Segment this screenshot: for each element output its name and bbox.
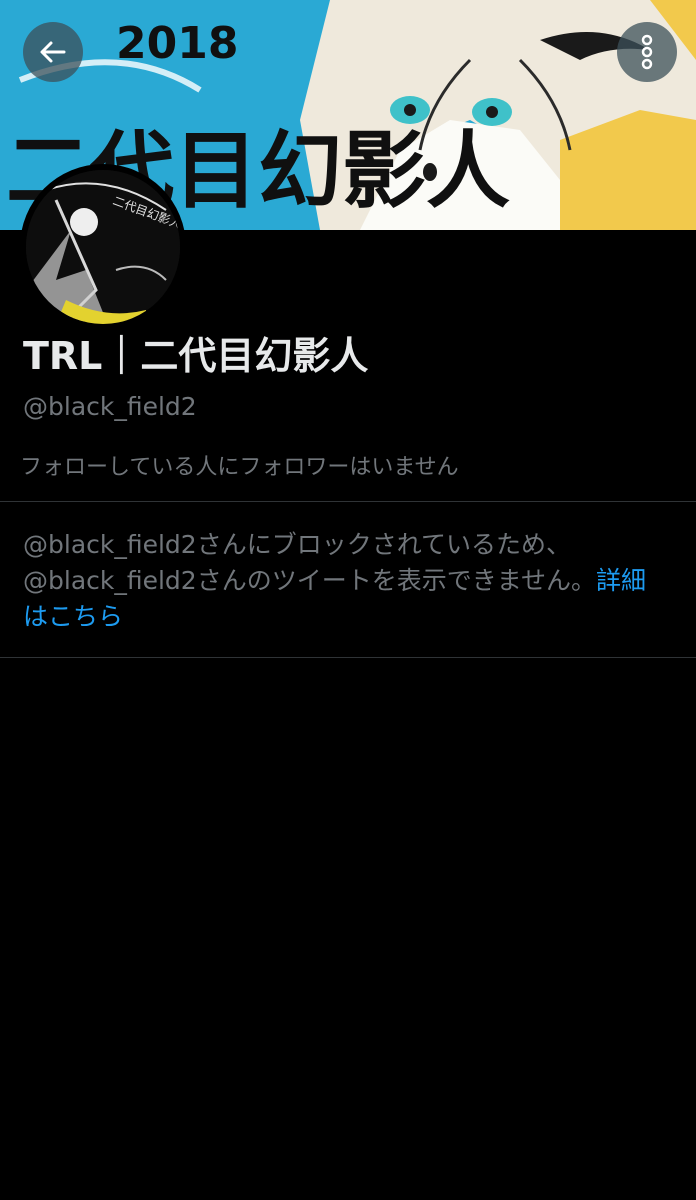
blocked-message: @black_field2さんにブロックされているため、@black_field… <box>23 527 663 635</box>
followers-you-know-text: フォローしている人にフォロワーはいません <box>20 455 459 480</box>
profile-avatar[interactable]: 二代目幻影人 <box>20 164 186 330</box>
banner-year-text: 2018 <box>116 18 238 69</box>
divider <box>0 657 696 658</box>
user-handle: @black_field2 <box>23 392 197 421</box>
arrow-left-icon <box>40 41 66 63</box>
avatar-image: 二代目幻影人 <box>26 170 180 324</box>
divider <box>0 501 696 502</box>
back-button[interactable] <box>23 22 83 82</box>
blocked-message-text: @black_field2さんにブロックされているため、@black_field… <box>23 530 596 595</box>
vertical-dots-icon <box>641 34 653 70</box>
more-options-button[interactable] <box>617 22 677 82</box>
display-name: TRL｜二代目幻影人 <box>23 334 369 378</box>
